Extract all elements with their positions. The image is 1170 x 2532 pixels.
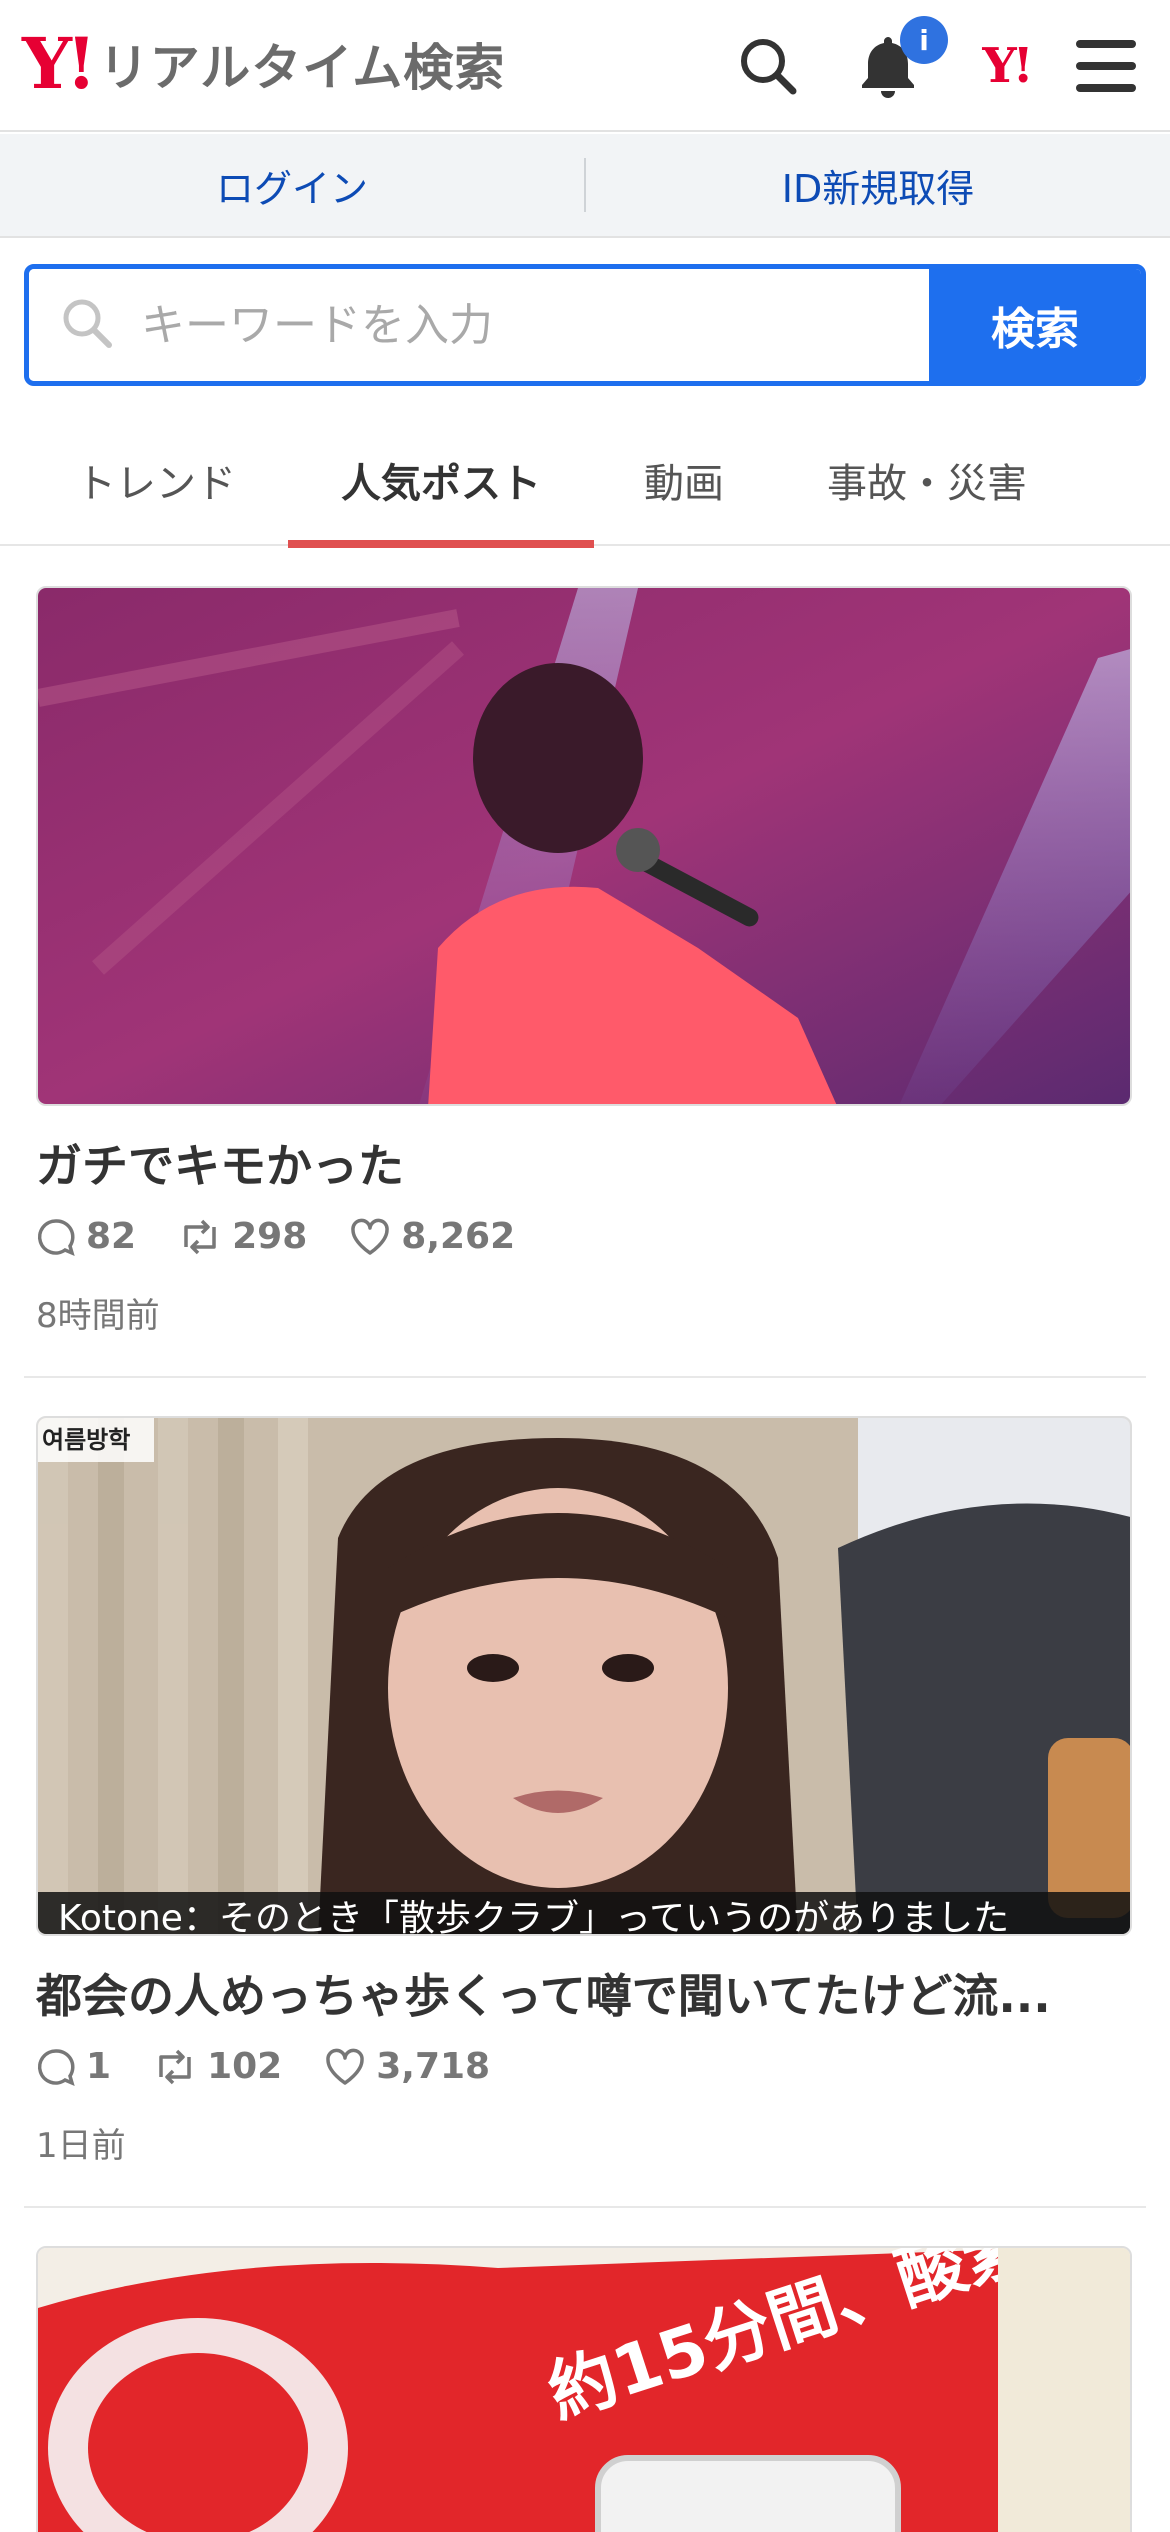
logo-text: リアルタイム検索: [98, 39, 506, 97]
repost-icon: [159, 2049, 191, 2084]
post-card[interactable]: ガチでキモかった 82 298 8,262 8時間前: [24, 586, 1146, 1336]
repost-icon: [184, 1219, 216, 1254]
hamburger-menu-icon[interactable]: [1068, 28, 1144, 104]
search-icon[interactable]: [730, 28, 806, 104]
register-link[interactable]: ID新規取得: [586, 158, 1170, 213]
like-count-value: 8,262: [401, 1216, 516, 1257]
post-stats: 82 298 8,262: [36, 1216, 557, 1257]
post-card[interactable]: Kotone：そのとき「散歩クラブ」っていうのがありました 여름방학 都会の人め…: [24, 1416, 1146, 2166]
like-count-value: 3,718: [376, 2046, 491, 2087]
post-thumbnail[interactable]: Kotone：そのとき「散歩クラブ」っていうのがありました 여름방학: [36, 1416, 1132, 1936]
login-bar: ログイン ID新規取得: [0, 134, 1170, 238]
reply-count-value: 1: [86, 2046, 112, 2087]
like-count: 8,262: [349, 1216, 515, 1257]
search-button[interactable]: 検索: [929, 269, 1141, 381]
tab-trend[interactable]: トレンド: [40, 414, 272, 546]
heart-icon: [326, 2048, 364, 2085]
yahoo-japan-icon[interactable]: Y!: [968, 28, 1044, 104]
repost-count-value: 102: [207, 2046, 283, 2087]
reply-icon: [37, 1218, 75, 1256]
yj-mark: Y!: [982, 38, 1033, 94]
yahoo-logo-mark: Y!: [22, 22, 97, 105]
post-thumbnail[interactable]: 約15分間、酸素充填: [36, 2246, 1132, 2532]
tab-popular-posts[interactable]: 人気ポスト: [288, 414, 594, 548]
like-count: 3,718: [324, 2046, 490, 2087]
search-field[interactable]: [29, 269, 929, 381]
search-field-icon: [59, 295, 115, 355]
reply-icon: [37, 2048, 75, 2086]
category-tabs: トレンド 人気ポスト 動画 事故・災害: [0, 414, 1170, 548]
notification-badge: i: [900, 16, 948, 64]
thumb-caption: Kotone：そのとき「散歩クラブ」っていうのがありました: [58, 1898, 1009, 1936]
post-time: 8時間前: [36, 1296, 160, 1336]
app-header: Y! リアルタイム検索 i Y!: [0, 0, 1170, 132]
post-stats: 1 102 3,718: [36, 2046, 532, 2087]
post-time: 1日前: [36, 2126, 126, 2166]
tab-accident-disaster[interactable]: 事故・災害: [800, 414, 1054, 546]
thumb-corner-label: 여름방학: [42, 1426, 130, 1454]
heart-icon: [351, 1218, 390, 1255]
repost-count-value: 298: [232, 1216, 308, 1257]
login-link[interactable]: ログイン: [0, 158, 584, 213]
post-card[interactable]: 約15分間、酸素充填: [24, 2246, 1146, 2532]
post-thumbnail[interactable]: [36, 586, 1132, 1106]
reply-count: 82: [36, 1216, 136, 1257]
reply-count: 1: [36, 2046, 111, 2087]
repost-count: 102: [153, 2046, 282, 2087]
post-title[interactable]: 都会の人めっちゃ歩くって噂で聞いてたけど流...: [36, 1960, 1132, 2026]
search-form: 検索: [24, 264, 1146, 386]
tab-video[interactable]: 動画: [612, 414, 756, 546]
post-divider: [24, 2206, 1146, 2208]
post-divider: [24, 1376, 1146, 1378]
repost-count: 298: [178, 1216, 307, 1257]
reply-count-value: 82: [86, 1216, 137, 1257]
post-title[interactable]: ガチでキモかった: [36, 1130, 1132, 1196]
search-input[interactable]: [141, 299, 841, 351]
yahoo-realtime-logo[interactable]: Y! リアルタイム検索: [22, 28, 505, 100]
